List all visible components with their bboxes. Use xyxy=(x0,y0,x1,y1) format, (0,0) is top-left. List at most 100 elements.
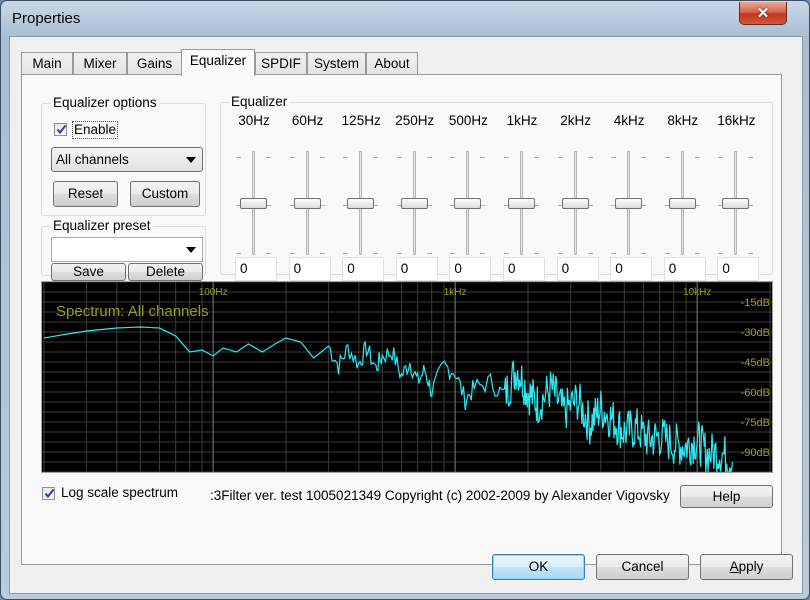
eq-slider-thumb[interactable] xyxy=(347,198,375,209)
tab-mixer[interactable]: Mixer xyxy=(73,52,127,75)
slider-tick xyxy=(587,157,593,158)
enable-checkbox[interactable] xyxy=(54,123,67,136)
equalizer-options-label: Equalizer options xyxy=(51,95,159,110)
checkmark-icon xyxy=(56,124,67,135)
slider-tick xyxy=(641,157,647,158)
eq-band-label: 500Hz xyxy=(448,113,488,128)
slider-tick xyxy=(236,253,241,254)
channel-select-value: All channels xyxy=(56,152,129,167)
slider-tick xyxy=(718,253,724,254)
eq-band-60hz: 60Hz 0 xyxy=(281,103,335,283)
eq-slider-thumb[interactable] xyxy=(454,198,482,209)
slider-tick xyxy=(664,157,670,158)
slider-tick xyxy=(718,157,724,158)
equalizer-bands-group: Equalizer 30Hz 0 60Hz 0 125Hz 0 250Hz 0 500Hz 0 1k… xyxy=(220,94,773,281)
tab-equalizer[interactable]: Equalizer xyxy=(181,49,255,76)
slider-tick xyxy=(396,253,402,254)
slider-tick xyxy=(450,157,456,158)
equalizer-preset-label: Equalizer preset xyxy=(51,218,153,233)
y-tick-label: -90dB xyxy=(741,447,770,459)
eq-band-label: 2kHz xyxy=(560,113,591,128)
save-preset-button[interactable]: Save xyxy=(51,263,126,281)
spectrum-trace xyxy=(43,326,734,472)
eq-slider-thumb[interactable] xyxy=(508,198,535,209)
cancel-button[interactable]: Cancel xyxy=(596,554,689,580)
help-button[interactable]: Help xyxy=(680,485,773,508)
eq-band-value-input[interactable]: 0 xyxy=(288,257,331,281)
eq-slider-thumb[interactable] xyxy=(240,198,267,209)
slider-tick xyxy=(289,157,295,158)
channel-select[interactable]: All channels xyxy=(51,147,203,172)
y-tick-label: -75dB xyxy=(741,417,770,429)
slider-tick xyxy=(343,253,349,254)
eq-slider-thumb[interactable] xyxy=(400,198,428,209)
y-tick-label: -15dB xyxy=(741,297,770,309)
log-scale-checkbox[interactable] xyxy=(42,487,55,500)
slider-tick xyxy=(641,253,647,254)
copyright-text: :3Filter ver. test 1005021349 Copyright … xyxy=(210,488,670,503)
tab-main[interactable]: Main xyxy=(21,52,73,75)
eq-band-label: 125Hz xyxy=(341,113,381,128)
eq-band-125hz: 125Hz 0 xyxy=(334,103,388,283)
properties-window: Properties ✕ Main Mixer Gains Equalizer … xyxy=(0,0,810,600)
eq-band-label: 16kHz xyxy=(717,113,756,128)
eq-band-label: 60Hz xyxy=(291,113,324,128)
tab-gains[interactable]: Gains xyxy=(127,52,182,75)
eq-band-label: 1kHz xyxy=(506,113,538,128)
spectrum-title: Spectrum: All channels xyxy=(56,303,209,320)
eq-slider-thumb[interactable] xyxy=(293,198,321,209)
slider-tick xyxy=(289,253,295,254)
eq-band-value-input[interactable]: 0 xyxy=(395,257,438,281)
eq-band-label: 250Hz xyxy=(395,113,435,128)
tab-spdif[interactable]: SPDIF xyxy=(255,52,307,75)
preset-select[interactable] xyxy=(51,237,203,262)
slider-tick xyxy=(319,157,325,158)
slider-tick xyxy=(587,253,593,254)
tab-system[interactable]: System xyxy=(307,52,366,75)
slider-tick xyxy=(748,205,754,206)
custom-button[interactable]: Custom xyxy=(130,181,200,207)
eq-band-30hz: 30Hz 0 xyxy=(227,103,281,283)
enable-label[interactable]: Enable xyxy=(72,121,119,139)
slider-tick xyxy=(611,253,617,254)
eq-slider-thumb[interactable] xyxy=(615,198,643,209)
eq-band-value-input[interactable]: 0 xyxy=(449,257,492,281)
slider-tick xyxy=(373,157,379,158)
equalizer-preset-group: Equalizer preset Save Delete xyxy=(41,218,206,281)
slider-tick xyxy=(504,253,509,254)
window-title: Properties xyxy=(12,10,81,27)
eq-band-label: 4kHz xyxy=(613,113,645,128)
x-tick-label: 100Hz xyxy=(199,287,228,298)
eq-band-4khz: 4kHz 0 xyxy=(602,103,656,283)
slider-tick xyxy=(266,157,271,158)
slider-tick xyxy=(373,253,379,254)
equalizer-tab-panel: Equalizer options Enable All channels Re… xyxy=(21,74,782,565)
eq-band-value-input[interactable]: 0 xyxy=(342,257,385,281)
eq-band-value-input[interactable]: 0 xyxy=(503,257,545,281)
eq-slider-thumb[interactable] xyxy=(668,198,696,209)
eq-band-8khz: 8kHz 0 xyxy=(656,103,710,283)
eq-band-500hz: 500Hz 0 xyxy=(441,103,495,283)
dropdown-arrow-icon xyxy=(186,157,196,163)
title-bar[interactable]: Properties ✕ xyxy=(1,1,809,37)
slider-tick xyxy=(748,253,754,254)
tab-about[interactable]: About xyxy=(366,52,418,75)
eq-band-value-input[interactable]: 0 xyxy=(717,257,760,281)
log-scale-label[interactable]: Log scale spectrum xyxy=(61,485,178,500)
eq-band-label: 30Hz xyxy=(238,113,270,128)
dropdown-arrow-icon xyxy=(186,247,196,253)
spectrum-chart: 100Hz 1kHz 10kHz -15dB -30dB -45dB -60dB -75dB -… xyxy=(42,282,772,472)
close-button[interactable]: ✕ xyxy=(739,2,787,25)
eq-slider-thumb[interactable] xyxy=(561,198,589,209)
x-tick-label: 10kHz xyxy=(683,287,711,298)
delete-preset-button[interactable]: Delete xyxy=(128,263,203,281)
eq-band-value-input[interactable]: 0 xyxy=(556,257,599,281)
ok-button[interactable]: OK xyxy=(492,554,585,580)
apply-button[interactable]: Apply xyxy=(700,554,793,580)
eq-slider-thumb[interactable] xyxy=(722,198,750,209)
eq-band-value-input[interactable]: 0 xyxy=(610,257,653,281)
eq-band-value-input[interactable]: 0 xyxy=(663,257,706,281)
reset-button[interactable]: Reset xyxy=(53,181,118,207)
y-tick-label: -30dB xyxy=(741,327,770,339)
eq-band-value-input[interactable]: 0 xyxy=(235,257,277,281)
